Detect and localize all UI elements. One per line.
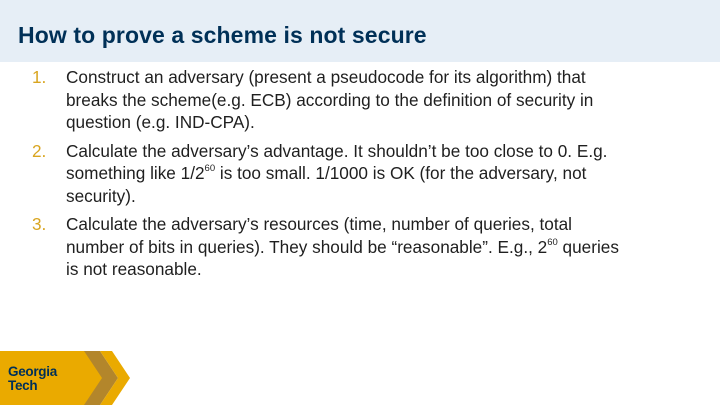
list-item-line: breaks the scheme(e.g. ECB) according to…	[66, 89, 594, 110]
list-item-line: number of bits in queries). They should …	[66, 236, 548, 257]
list-item-text: Construct an adversary (present a pseudo…	[66, 67, 593, 132]
list-item-text: Calculate the adversary’s advantage. It …	[66, 141, 607, 206]
exponent: 60	[547, 236, 558, 248]
numbered-list: 1. Construct an adversary (present a pse…	[0, 66, 720, 287]
list-item-line: is not reasonable.	[66, 259, 202, 279]
list-item-line: is too small. 1/1000 is OK (for the adve…	[215, 163, 587, 183]
logo-wordmark: Georgia Tech	[8, 365, 57, 393]
list-item-line: Construct an adversary (present a pseudo…	[66, 67, 586, 87]
list-item-line: queries	[557, 236, 619, 257]
list-item: 1. Construct an adversary (present a pse…	[0, 66, 646, 134]
logo-line: Tech	[8, 378, 38, 393]
list-item-line: Calculate the adversary’s resources (tim…	[66, 214, 572, 234]
logo-line: Georgia	[8, 364, 57, 379]
list-item-number: 1.	[32, 67, 47, 87]
list-item-line: question (e.g. IND-CPA).	[66, 112, 255, 132]
list-item-text: Calculate the adversary’s resources (tim…	[66, 214, 619, 279]
slide-title: How to prove a scheme is not secure	[18, 22, 427, 48]
list-item: 3. Calculate the adversary’s resources (…	[0, 213, 646, 281]
list-item-line: Calculate the adversary’s advantage. It …	[66, 140, 608, 161]
exponent: 60	[204, 163, 216, 175]
list-item-number: 3.	[32, 214, 47, 234]
list-item-line: security).	[66, 185, 136, 206]
list-item: 2. Calculate the adversary’s advantage. …	[0, 140, 646, 208]
list-item-number: 2.	[32, 140, 47, 161]
list-item-line: something like 1/2	[66, 163, 205, 183]
